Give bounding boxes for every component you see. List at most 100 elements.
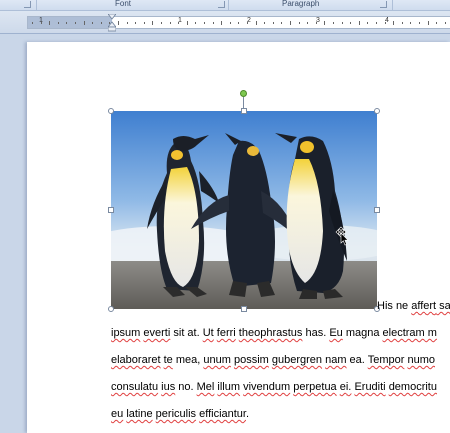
ruler-tick [83, 21, 85, 25]
resize-handle-top-right[interactable] [374, 108, 380, 114]
misspelled-word: te [163, 354, 173, 366]
ruler-tick [290, 21, 291, 25]
misspelled-word: nam [325, 354, 347, 366]
clipboard-dialog-launcher-icon[interactable] [24, 1, 31, 8]
ruler-tick [350, 22, 352, 24]
resize-handle-right[interactable] [374, 207, 380, 213]
ruler-tick [186, 21, 188, 25]
ruler-tick [57, 22, 59, 24]
misspelled-word: vivendum [243, 381, 291, 393]
ruler-tick [376, 22, 377, 24]
document-page[interactable]: His ne affert sa ipsum everti sit at. Ut… [27, 42, 450, 433]
text-run: magna [342, 327, 383, 339]
rotate-handle-icon[interactable] [240, 90, 247, 97]
ruler-tick [238, 22, 240, 24]
ribbon-separator [36, 0, 37, 10]
text-line-5[interactable]: eu latine periculis efficiantur. [111, 408, 249, 420]
ruler-tick [358, 21, 360, 25]
ruler-tick [255, 21, 257, 25]
resize-handle-bottom-left[interactable] [108, 306, 114, 312]
ruler-tick [66, 22, 68, 24]
ruler-tick [178, 22, 180, 24]
ribbon-separator [228, 0, 229, 10]
text-run: sit at. [170, 327, 203, 339]
misspelled-word: ferri [216, 327, 236, 339]
text-run: no. [175, 381, 197, 393]
misspelled-word: perpetua [293, 381, 337, 393]
ruler-tick [161, 22, 162, 24]
text-run: . [245, 408, 250, 420]
misspelled-word: gubergren [271, 354, 323, 366]
ruler-tick [92, 22, 94, 24]
resize-handle-bottom[interactable] [241, 306, 247, 312]
misspelled-word: numo [407, 354, 435, 366]
misspelled-word: Tempor [367, 354, 405, 366]
ruler-tick [169, 22, 171, 24]
misspelled-word: ipsum [111, 327, 141, 339]
ruler-tick [307, 22, 309, 24]
font-group-label: Font [115, 0, 132, 8]
misspelled-word: elaboraret [111, 354, 161, 366]
ruler-tick [143, 22, 145, 24]
ruler-tick [75, 22, 76, 24]
ruler-tick [298, 22, 300, 24]
misspelled-word: democritu [388, 381, 437, 393]
ruler-tick [126, 22, 128, 24]
ruler-tick [135, 22, 137, 24]
ruler-tick [315, 22, 317, 24]
misspelled-word: sa [436, 300, 450, 312]
penguins-image [81, 111, 401, 309]
ruler-tick [272, 22, 274, 24]
ruler-tick [444, 22, 446, 24]
move-cursor-icon [335, 226, 349, 246]
ribbon-group-labels: Font Paragraph [0, 0, 450, 11]
misspelled-word: ius [161, 381, 176, 393]
ruler-tick [40, 22, 42, 24]
misspelled-word: eu [111, 408, 124, 420]
misspelled-word: theophrastus [238, 327, 303, 339]
ruler-tick [212, 22, 214, 24]
paragraph-dialog-launcher-icon[interactable] [380, 1, 387, 8]
misspelled-word: efficiantur [199, 408, 246, 420]
misspelled-word: illum [217, 381, 241, 393]
ruler-tick [410, 22, 412, 24]
ruler-tick [341, 22, 343, 24]
resize-handle-left[interactable] [108, 207, 114, 213]
ruler-tick [333, 22, 334, 24]
misspelled-word: everti [143, 327, 171, 339]
misspelled-word: ei. [339, 381, 352, 393]
font-dialog-launcher-icon[interactable] [218, 1, 225, 8]
misspelled-word: latine [126, 408, 153, 420]
ribbon-separator [392, 0, 393, 10]
text-run: ea. [346, 354, 368, 366]
misspelled-word: affert [411, 300, 437, 312]
misspelled-word: Eruditi [354, 381, 386, 393]
penguins-picture[interactable] [81, 90, 401, 312]
ruler-tick [247, 22, 248, 24]
indent-marker-icon[interactable] [108, 14, 116, 32]
misspelled-word: unum [203, 354, 231, 366]
ruler-tick [195, 22, 197, 24]
ruler-tick [264, 22, 266, 24]
misspelled-word: consulatu [111, 381, 159, 393]
text-run: mea, [172, 354, 204, 366]
misspelled-word: electram [382, 327, 425, 339]
ruler-tick [419, 22, 420, 24]
misspelled-word: Mel [196, 381, 215, 393]
text-line-1[interactable]: His ne affert sa [377, 300, 450, 312]
ruler-tick [427, 21, 429, 25]
resize-handle-top-left[interactable] [108, 108, 114, 114]
ruler-tick [32, 22, 33, 24]
ruler-tick [281, 22, 283, 24]
text-line-3[interactable]: elaboraret te mea, unum possim gubergren… [111, 354, 435, 366]
ruler-tick [221, 21, 223, 25]
text-run: His ne [377, 300, 412, 312]
ruler-tick [100, 22, 102, 24]
resize-handle-top[interactable] [241, 108, 247, 114]
text-line-4[interactable]: consulatu ius no. Mel illum vivendum per… [111, 381, 437, 393]
document-canvas[interactable]: His ne affert sa ipsum everti sit at. Ut… [0, 34, 450, 433]
text-line-2[interactable]: ipsum everti sit at. Ut ferri theophrast… [111, 327, 437, 339]
horizontal-ruler[interactable]: 1 1 2 3 4 [27, 14, 450, 32]
text-run: has. [302, 327, 330, 339]
ruler-tick [324, 21, 326, 25]
